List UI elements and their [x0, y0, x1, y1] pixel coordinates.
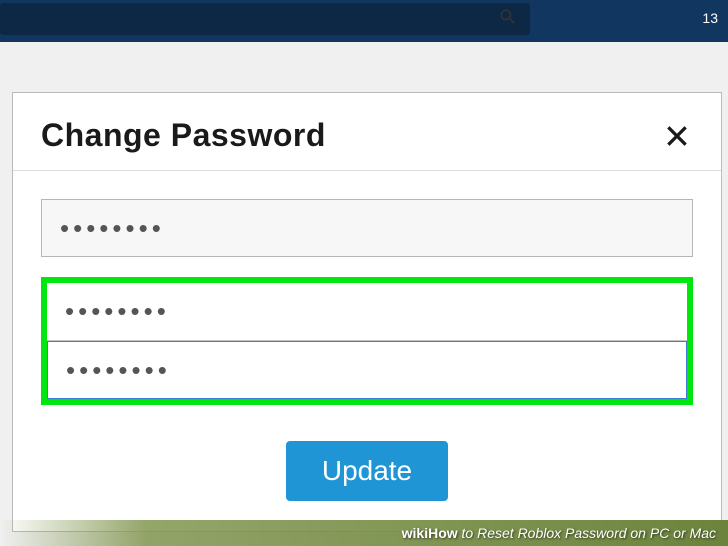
modal-header: Change Password: [13, 93, 721, 171]
highlight-annotation: [41, 277, 693, 405]
page-background: Personal Change Password Update wikiHow …: [0, 42, 728, 546]
modal-body: [13, 171, 721, 423]
change-password-modal: Change Password Update: [12, 92, 722, 532]
new-password-input[interactable]: [47, 283, 687, 341]
current-password-input[interactable]: [41, 199, 693, 257]
close-button[interactable]: [661, 120, 693, 152]
caption-brand: wiki: [402, 525, 428, 541]
caption-bar: wikiHow to Reset Roblox Password on PC o…: [0, 520, 728, 546]
update-button[interactable]: Update: [286, 441, 448, 501]
search-box[interactable]: [0, 3, 530, 35]
search-icon: [498, 7, 518, 32]
caption-brand-suffix: How: [428, 525, 458, 541]
confirm-password-input[interactable]: [47, 341, 687, 399]
notification-count: 13: [702, 10, 718, 26]
caption-text: wikiHow to Reset Roblox Password on PC o…: [402, 525, 716, 541]
top-nav-bar: 13: [0, 0, 728, 42]
close-icon: [664, 123, 690, 149]
modal-title: Change Password: [41, 117, 326, 154]
caption-article-title: to Reset Roblox Password on PC or Mac: [458, 525, 716, 541]
modal-footer: Update: [13, 423, 721, 531]
